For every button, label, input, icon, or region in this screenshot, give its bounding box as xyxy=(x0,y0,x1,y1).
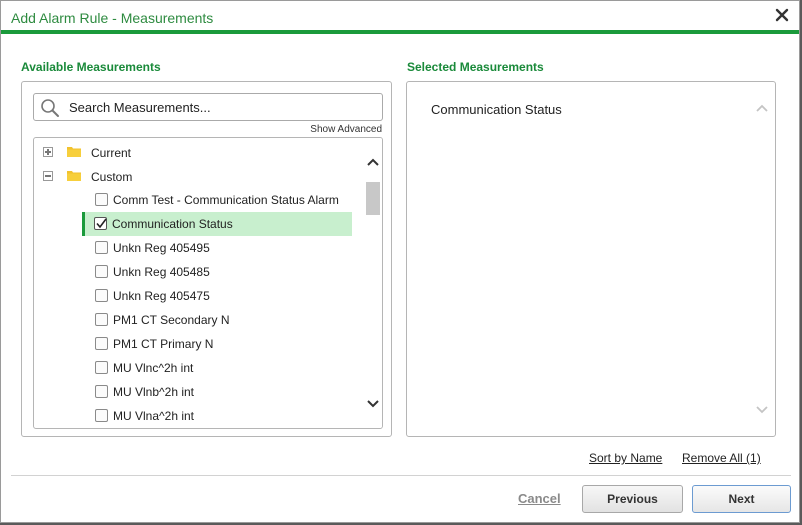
measurement-item-selected[interactable]: Communication Status xyxy=(82,212,352,236)
measurement-item[interactable]: MU Vlnb^2h int xyxy=(84,380,354,404)
footer-divider xyxy=(11,475,791,476)
chevron-down-icon[interactable] xyxy=(366,398,380,408)
folder-label: Custom xyxy=(91,170,133,184)
measurement-label: PM1 CT Primary N xyxy=(113,337,214,351)
remove-all-link[interactable]: Remove All (1) xyxy=(682,451,761,465)
chevron-up-icon[interactable] xyxy=(366,156,380,166)
measurement-label: Unkn Reg 405475 xyxy=(113,289,210,303)
measurement-item[interactable]: PM1 CT Primary N xyxy=(84,332,354,356)
next-button[interactable]: Next xyxy=(692,485,791,513)
checkbox[interactable] xyxy=(95,193,108,206)
measurement-item[interactable]: Unkn Reg 405485 xyxy=(84,260,354,284)
available-measurements-heading: Available Measurements xyxy=(21,60,161,74)
checkbox[interactable] xyxy=(95,313,108,326)
search-input[interactable] xyxy=(69,97,369,117)
measurement-item[interactable]: MU Vlna^2h int xyxy=(84,404,354,428)
checkbox[interactable] xyxy=(95,289,108,302)
folder-row-custom[interactable]: Custom xyxy=(34,164,354,188)
folder-row-current[interactable]: Current xyxy=(34,140,354,164)
measurement-label: MU Vlna^2h int xyxy=(113,409,194,423)
tree-scrollbar[interactable] xyxy=(363,138,382,428)
scroll-thumb[interactable] xyxy=(366,182,380,215)
measurement-item[interactable]: Unkn Reg 405475 xyxy=(84,284,354,308)
checkbox-checked[interactable] xyxy=(94,217,107,230)
cancel-button[interactable]: Cancel xyxy=(518,491,561,506)
measurement-label: PM1 CT Secondary N xyxy=(113,313,230,327)
checkbox[interactable] xyxy=(95,337,108,350)
add-alarm-rule-dialog: Add Alarm Rule - Measurements Available … xyxy=(0,0,800,523)
measurement-label: MU Vlnc^2h int xyxy=(113,361,194,375)
checkbox[interactable] xyxy=(95,385,108,398)
measurement-item[interactable]: PM1 CT Secondary N xyxy=(84,308,354,332)
sort-by-name-link[interactable]: Sort by Name xyxy=(589,451,662,465)
expand-icon[interactable] xyxy=(43,147,53,157)
measurements-tree: Current Custom Comm Test - Communication… xyxy=(33,137,383,429)
selected-measurements-panel: Communication Status xyxy=(406,81,776,437)
chevron-down-icon[interactable] xyxy=(755,404,769,418)
available-measurements-panel: Show Advanced Current Custom xyxy=(21,81,392,437)
collapse-icon[interactable] xyxy=(43,171,53,181)
measurement-item[interactable]: Comm Test - Communication Status Alarm xyxy=(84,188,354,212)
folder-icon xyxy=(67,170,81,184)
checkbox[interactable] xyxy=(95,241,108,254)
measurement-item[interactable]: Unkn Reg 405495 xyxy=(84,236,354,260)
measurement-label: MU Vlnb^2h int xyxy=(113,385,194,399)
checkbox[interactable] xyxy=(95,409,108,422)
search-box xyxy=(33,93,383,121)
selected-measurement-item[interactable]: Communication Status xyxy=(431,102,562,117)
checkbox[interactable] xyxy=(95,265,108,278)
dialog-title: Add Alarm Rule - Measurements xyxy=(11,10,214,26)
show-advanced-link[interactable]: Show Advanced xyxy=(310,124,382,135)
checkbox[interactable] xyxy=(95,361,108,374)
folder-icon xyxy=(67,146,81,160)
previous-button[interactable]: Previous xyxy=(582,485,683,513)
dialog-titlebar: Add Alarm Rule - Measurements xyxy=(1,1,799,34)
measurement-label: Unkn Reg 405495 xyxy=(113,241,210,255)
measurement-label: Communication Status xyxy=(112,217,233,231)
chevron-up-icon[interactable] xyxy=(755,102,769,116)
measurement-item[interactable]: MU Vlnc^2h int xyxy=(84,356,354,380)
selected-measurements-heading: Selected Measurements xyxy=(407,60,544,74)
folder-label: Current xyxy=(91,146,132,160)
search-icon xyxy=(40,98,60,118)
measurement-label: Comm Test - Communication Status Alarm xyxy=(113,193,339,207)
close-icon[interactable] xyxy=(775,8,791,24)
measurement-label: Unkn Reg 405485 xyxy=(113,265,210,279)
